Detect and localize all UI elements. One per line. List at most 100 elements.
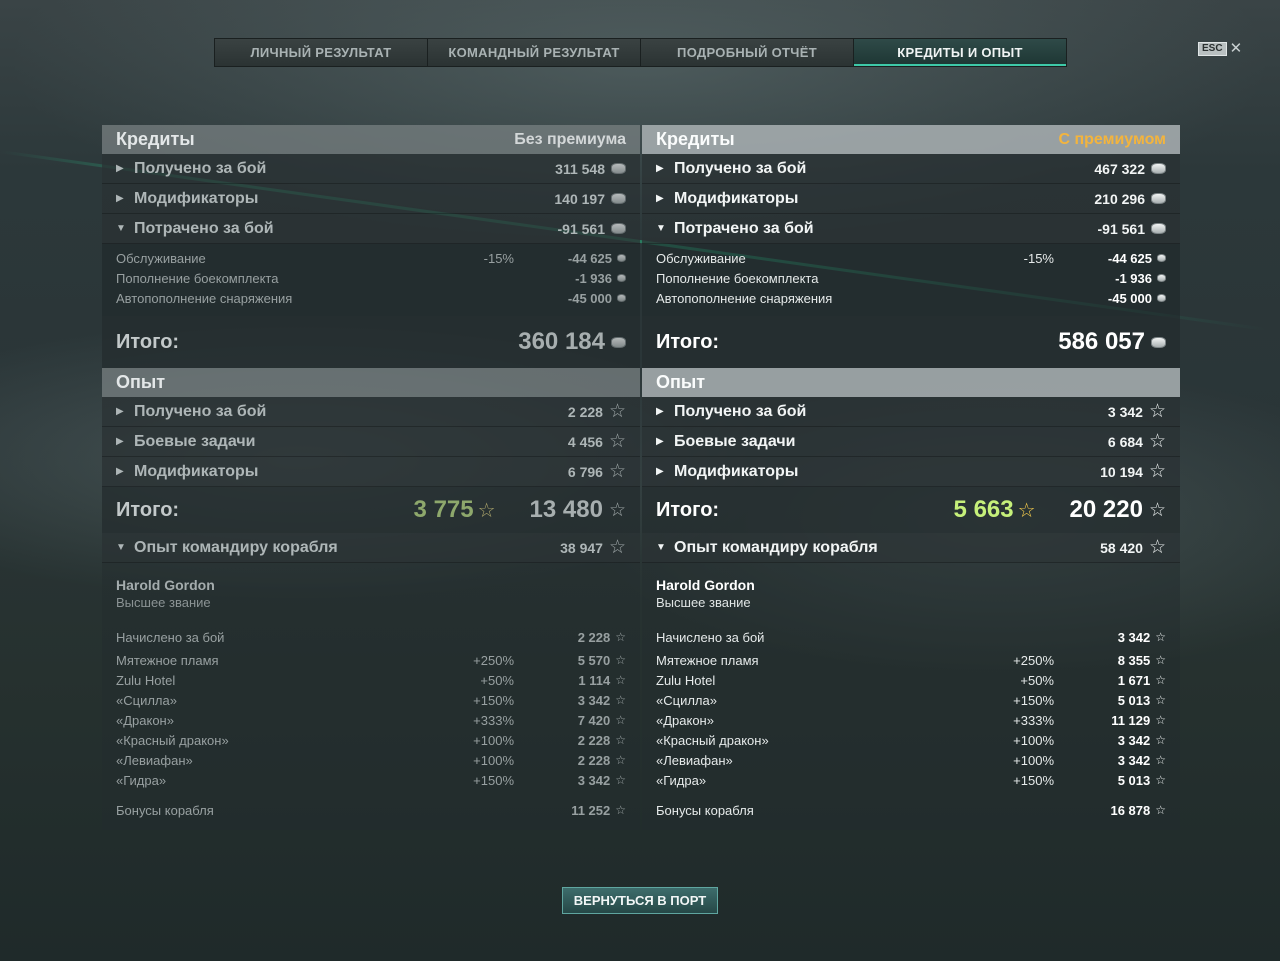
credits-modifiers-row[interactable]: ▶ Модификаторы 210 296 — [642, 184, 1180, 214]
detail-label: Автопополнение снаряжения — [116, 290, 293, 306]
row-value: 311 548 — [555, 160, 605, 177]
detail-value: 11 129 — [1111, 712, 1151, 728]
commander-accrued-row: Начислено за бой 2 228 ☆ — [102, 627, 640, 647]
detail-label: «Красный дракон» — [656, 732, 769, 748]
commander-xp-row[interactable]: ▼ Опыт командиру корабля 58 420 ☆ — [642, 533, 1180, 563]
detail-percent: +250% — [1013, 652, 1054, 668]
collapsed-arrow-icon: ▶ — [116, 193, 124, 204]
total-label: Итого: — [116, 498, 180, 521]
xp-title: Опыт — [116, 372, 166, 392]
row-label: Модификаторы — [134, 189, 259, 207]
xp-star-icon: ☆ — [1148, 537, 1166, 558]
detail-value: -1 936 — [1115, 270, 1152, 286]
close-button[interactable]: ESC ✕ — [1198, 40, 1243, 57]
detail-percent: +150% — [1013, 692, 1054, 708]
credits-modifiers-row[interactable]: ▶ Модификаторы 140 197 — [102, 184, 640, 214]
collapsed-arrow-icon: ▶ — [656, 193, 664, 204]
commander-xp-row[interactable]: ▼ Опыт командиру корабля 38 947 ☆ — [102, 533, 640, 563]
credits-title: Кредиты — [116, 129, 195, 149]
xp-modifiers-row[interactable]: ▶ Модификаторы 10 194 ☆ — [642, 457, 1180, 487]
flag-bonus-row: Zulu Hotel +50% 1 671 ☆ — [642, 670, 1180, 690]
tab-detailed-report[interactable]: ПОДРОБНЫЙ ОТЧЁТ — [641, 39, 854, 66]
flag-bonus-row: «Красный дракон» +100% 2 228 ☆ — [102, 730, 640, 750]
credits-icon — [1157, 274, 1166, 282]
xp-combat-missions-row[interactable]: ▶ Боевые задачи 6 684 ☆ — [642, 427, 1180, 457]
detail-label: Начислено за бой — [656, 629, 765, 645]
detail-value: -1 936 — [575, 270, 612, 286]
close-icon: ✕ — [1229, 40, 1243, 57]
detail-value: 8 355 — [1117, 652, 1151, 668]
credits-spent-row[interactable]: ▼ Потрачено за бой -91 561 — [102, 214, 640, 244]
xp-total-value: 20 220 — [1069, 496, 1143, 523]
credits-icon — [1151, 193, 1166, 204]
credits-icon — [611, 336, 626, 348]
credits-icon — [1157, 254, 1166, 262]
xp-star-icon: ☆ — [615, 692, 626, 707]
xp-combat-missions-row[interactable]: ▶ Боевые задачи 4 456 ☆ — [102, 427, 640, 457]
row-label: Модификаторы — [674, 462, 799, 480]
flag-bonus-row: Zulu Hotel +50% 1 114 ☆ — [102, 670, 640, 690]
xp-received-row[interactable]: ▶ Получено за бой 3 342 ☆ — [642, 397, 1180, 427]
row-value: 4 456 — [567, 433, 603, 450]
xp-star-icon: ☆ — [615, 732, 626, 747]
column-premium: Кредиты С премиумом ▶ Получено за бой 467 32… — [642, 125, 1180, 830]
commander-name: Harold Gordon — [116, 577, 215, 593]
commander-accrued-row: Начислено за бой 3 342 ☆ — [642, 627, 1180, 647]
xp-star-icon: ☆ — [608, 431, 626, 452]
xp-star-icon: ☆ — [1155, 732, 1166, 747]
detail-label: Мятежное пламя — [116, 652, 219, 668]
row-value: -91 561 — [1097, 220, 1145, 237]
detail-percent: -15% — [1023, 250, 1054, 266]
return-to-port-button[interactable]: ВЕРНУТЬСЯ В ПОРТ — [562, 887, 718, 914]
row-label: Получено за бой — [134, 159, 267, 177]
service-cost-row: Обслуживание -15% -44 625 — [102, 248, 640, 268]
detail-label: «Дракон» — [116, 712, 174, 728]
credits-header: Кредиты Без премиума — [102, 125, 640, 154]
tab-credits-and-xp[interactable]: КРЕДИТЫ И ОПЫТ — [854, 39, 1066, 66]
flag-bonus-row: «Сцилла» +150% 3 342 ☆ — [102, 690, 640, 710]
detail-label: «Сцилла» — [656, 692, 717, 708]
commander-rank: Высшее звание — [116, 595, 211, 610]
xp-star-icon: ☆ — [608, 461, 626, 482]
detail-label: «Дракон» — [656, 712, 714, 728]
row-label: Модификаторы — [674, 189, 799, 207]
xp-modifiers-row[interactable]: ▶ Модификаторы 6 796 ☆ — [102, 457, 640, 487]
xp-total-value: 13 480 — [529, 496, 603, 523]
detail-value: 5 013 — [1117, 692, 1151, 708]
credits-received-row[interactable]: ▶ Получено за бой 467 322 — [642, 154, 1180, 184]
detail-label: «Красный дракон» — [116, 732, 229, 748]
xp-received-row[interactable]: ▶ Получено за бой 2 228 ☆ — [102, 397, 640, 427]
credits-total-row: Итого: 360 184 — [102, 316, 640, 368]
row-value: -91 561 — [557, 220, 605, 237]
tab-team-result[interactable]: КОМАНДНЫЙ РЕЗУЛЬТАТ — [428, 39, 641, 66]
credits-received-row[interactable]: ▶ Получено за бой 311 548 — [102, 154, 640, 184]
xp-star-icon: ☆ — [1155, 672, 1166, 687]
collapsed-arrow-icon: ▶ — [116, 406, 124, 417]
row-label: Получено за бой — [674, 159, 807, 177]
esc-key-label: ESC — [1198, 42, 1227, 56]
detail-label: Zulu Hotel — [656, 672, 716, 688]
detail-percent: +100% — [473, 732, 514, 748]
collapsed-arrow-icon: ▶ — [656, 466, 664, 477]
detail-label: Бонусы корабля — [656, 802, 754, 818]
credits-icon — [611, 193, 626, 204]
row-value: 6 684 — [1107, 433, 1143, 450]
credits-icon — [1151, 223, 1166, 234]
commander-details: Harold Gordon Высшее звание Начислено за б… — [642, 563, 1180, 830]
flag-bonus-row: Мятежное пламя +250% 5 570 ☆ — [102, 650, 640, 670]
credits-icon — [1151, 336, 1166, 348]
detail-percent: +100% — [1013, 732, 1054, 748]
xp-star-icon: ☆ — [1148, 401, 1166, 422]
detail-label: «Левиафан» — [116, 752, 193, 768]
row-label: Получено за бой — [674, 402, 807, 420]
xp-star-icon: ☆ — [1155, 629, 1166, 644]
ship-bonus-row: Бонусы корабля 11 252 ☆ — [102, 800, 640, 820]
xp-star-icon: ☆ — [608, 499, 626, 521]
tab-personal-result[interactable]: ЛИЧНЫЙ РЕЗУЛЬТАТ — [215, 39, 428, 66]
detail-percent: +50% — [480, 672, 514, 688]
detail-value: 5 013 — [1117, 772, 1151, 788]
collapsed-arrow-icon: ▶ — [116, 466, 124, 477]
row-value: 10 194 — [1100, 463, 1143, 480]
row-label: Боевые задачи — [134, 432, 256, 450]
credits-spent-row[interactable]: ▼ Потрачено за бой -91 561 — [642, 214, 1180, 244]
